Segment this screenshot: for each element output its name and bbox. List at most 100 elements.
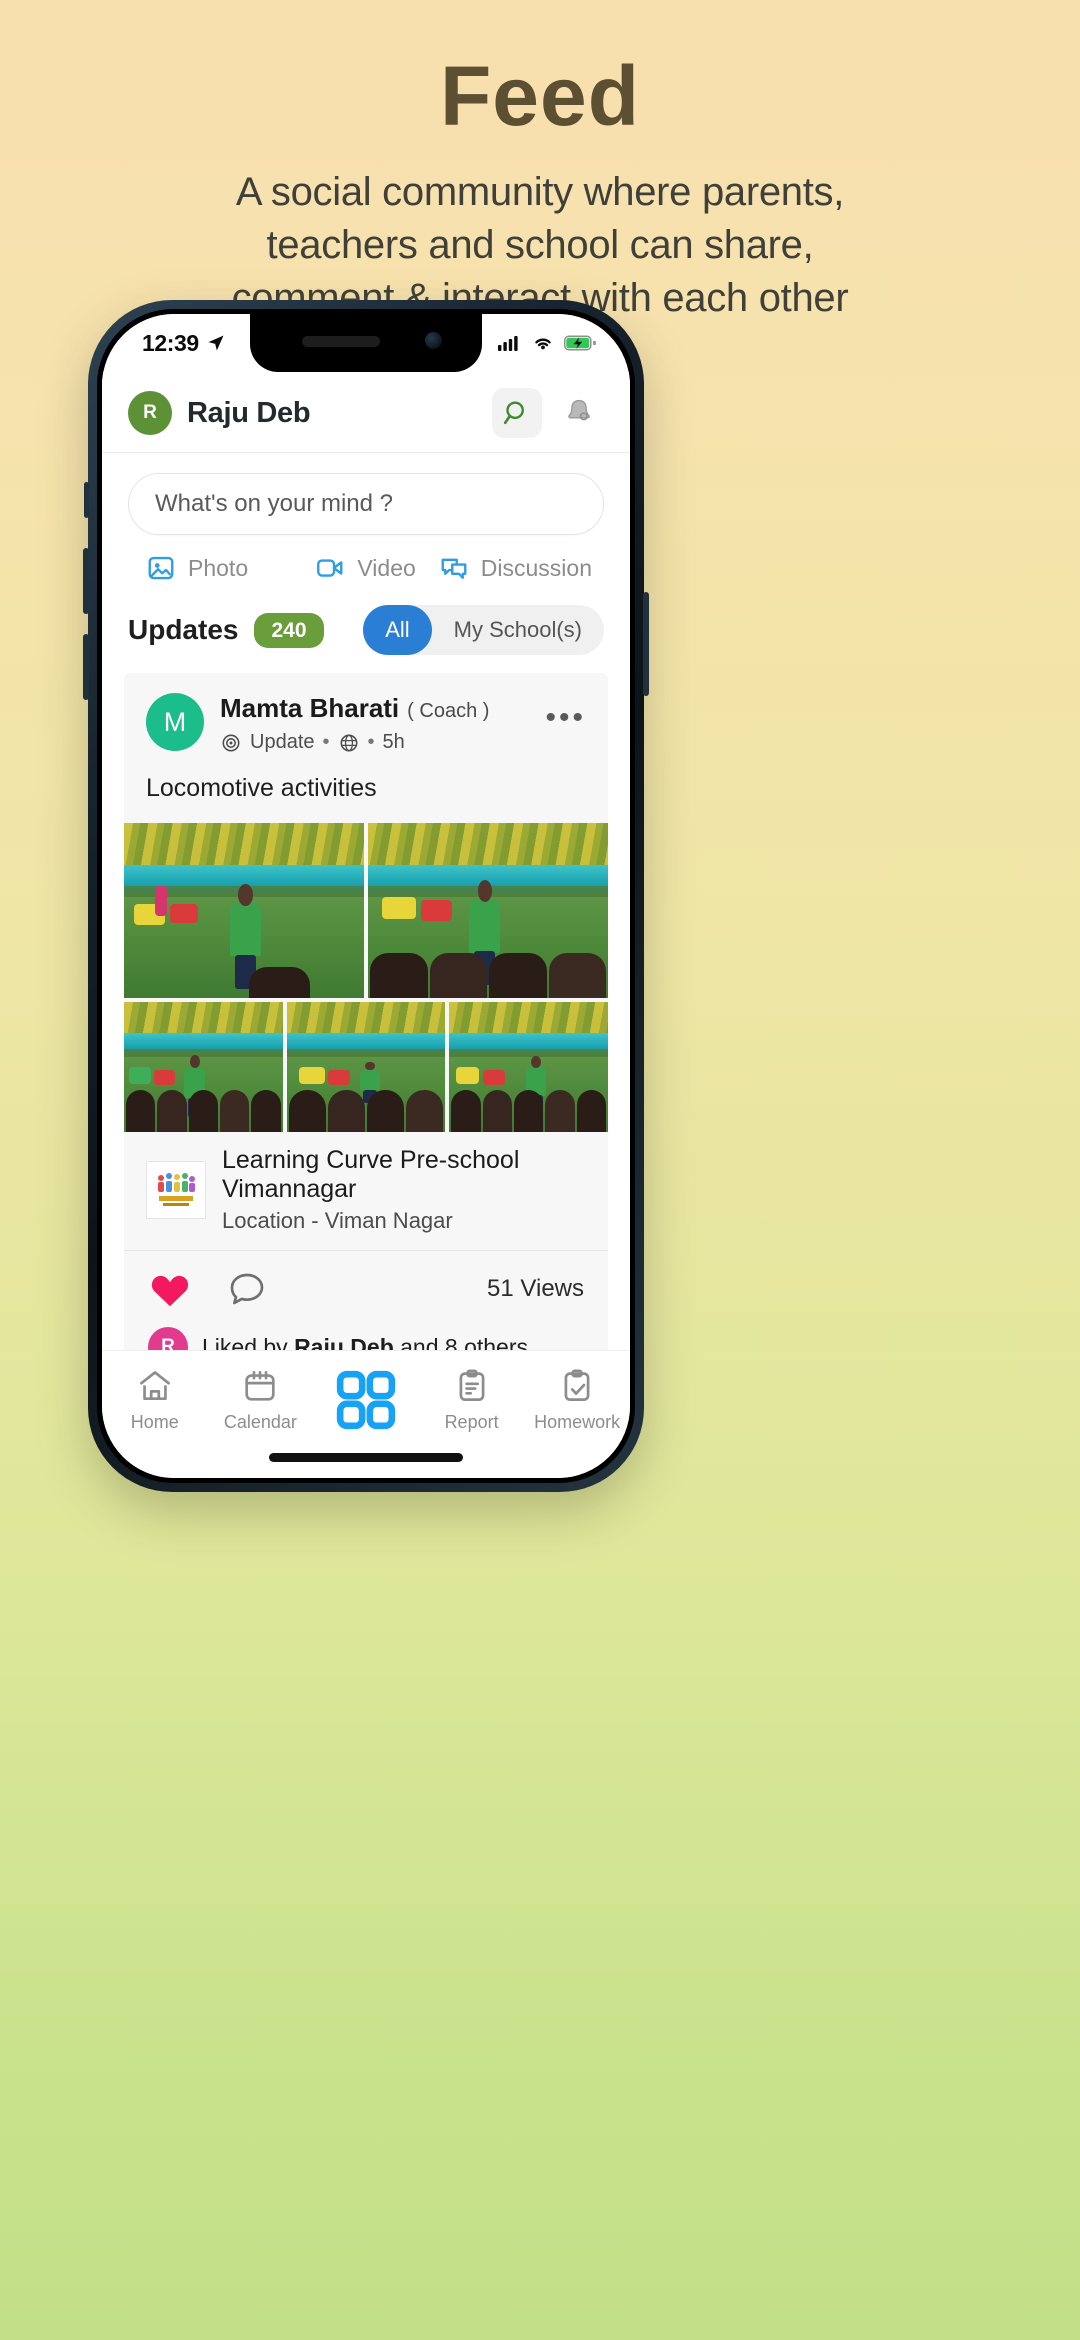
globe-icon bbox=[340, 734, 357, 751]
school-location: Location - Viman Nagar bbox=[222, 1208, 453, 1233]
composer-action-photo[interactable]: Photo bbox=[132, 553, 292, 583]
battery-charging-icon bbox=[564, 335, 596, 351]
more-options-icon[interactable]: ••• bbox=[545, 693, 586, 735]
composer-action-discussion[interactable]: Discussion bbox=[439, 553, 600, 583]
avatar[interactable]: R bbox=[128, 391, 172, 435]
meta-separator-1: • bbox=[322, 731, 330, 753]
phone-mockup: 12:39 R Raju Deb What's on your mind ? P… bbox=[83, 300, 649, 1492]
location-arrow-icon bbox=[208, 335, 224, 351]
notch bbox=[250, 314, 482, 372]
liked-by-row[interactable]: R Liked by Raju Deb and 8 others bbox=[124, 1327, 608, 1350]
nav-label: Homework bbox=[534, 1412, 621, 1432]
wifi-icon bbox=[535, 338, 551, 350]
meta-separator-2: • bbox=[367, 731, 375, 753]
phone-screen: 12:39 R Raju Deb What's on your mind ? P… bbox=[102, 314, 630, 1478]
photo-icon bbox=[148, 556, 174, 580]
view-count: 51 Views bbox=[487, 1275, 584, 1302]
school-info: Learning Curve Pre-school Vimannagar Loc… bbox=[222, 1146, 586, 1234]
liked-by-avatar: R bbox=[148, 1327, 188, 1350]
post-school-strip[interactable]: Learning Curve Pre-school Vimannagar Loc… bbox=[124, 1132, 608, 1251]
post-photo[interactable] bbox=[286, 1002, 446, 1132]
post-header: M Mamta Bharati ( Coach ) Update • • 5h •… bbox=[124, 673, 608, 768]
home-indicator[interactable] bbox=[269, 1453, 463, 1462]
liked-by-text: Liked by Raju Deb and 8 others bbox=[202, 1334, 528, 1351]
composer-action-label: Photo bbox=[188, 554, 249, 581]
post-meta: Mamta Bharati ( Coach ) Update • • 5h bbox=[220, 693, 545, 754]
filter-tab-all[interactable]: All bbox=[363, 605, 432, 655]
bell-icon bbox=[568, 399, 590, 421]
school-logo-glyph bbox=[158, 1173, 195, 1206]
liked-by-suffix: and 8 others bbox=[393, 1333, 529, 1351]
phone-bezel: 12:39 R Raju Deb What's on your mind ? P… bbox=[97, 309, 635, 1483]
status-bar-left: 12:39 bbox=[142, 330, 226, 357]
app-header: R Raju Deb bbox=[102, 372, 630, 453]
earpiece-speaker bbox=[302, 336, 380, 347]
nav-item-report[interactable]: Report bbox=[419, 1367, 525, 1433]
nav-item-home[interactable]: Home bbox=[102, 1367, 208, 1433]
composer-action-label: Discussion bbox=[480, 554, 592, 581]
calendar-icon bbox=[245, 1371, 276, 1401]
front-camera bbox=[425, 332, 442, 349]
post-photo[interactable] bbox=[449, 1002, 608, 1132]
post-card: M Mamta Bharati ( Coach ) Update • • 5h •… bbox=[124, 673, 608, 1350]
nav-label: Calendar bbox=[223, 1412, 297, 1432]
filter-tab-my-schools[interactable]: My School(s) bbox=[432, 605, 604, 655]
post-author-role: ( Coach ) bbox=[407, 700, 490, 722]
nav-item-homework[interactable]: Homework bbox=[524, 1367, 630, 1433]
post-time: 5h bbox=[382, 731, 405, 753]
composer-input[interactable]: What's on your mind ? bbox=[128, 473, 604, 535]
nav-label: Report bbox=[444, 1412, 499, 1432]
video-icon bbox=[317, 559, 343, 577]
cellular-signal-icon bbox=[498, 336, 518, 351]
like-button[interactable] bbox=[148, 1269, 192, 1309]
updates-title: Updates bbox=[128, 614, 239, 645]
mute-switch[interactable] bbox=[84, 482, 89, 518]
post-author-avatar[interactable]: M bbox=[146, 693, 204, 751]
notifications-button[interactable] bbox=[554, 388, 604, 438]
feed-filter-segmented-control: All My School(s) bbox=[363, 605, 604, 655]
composer: What's on your mind ? Photo Video Discus… bbox=[102, 453, 630, 599]
updates-row: Updates 240 All My School(s) bbox=[102, 599, 630, 673]
nav-label: Home bbox=[130, 1412, 179, 1432]
phone-frame: 12:39 R Raju Deb What's on your mind ? P… bbox=[83, 300, 649, 1492]
volume-up-button[interactable] bbox=[83, 548, 89, 614]
user-name: Raju Deb bbox=[187, 396, 311, 429]
bottom-navigation: Home Calendar Report Homework bbox=[102, 1350, 630, 1478]
post-submeta: Update • • 5h bbox=[220, 731, 545, 754]
update-target-icon bbox=[222, 734, 240, 751]
post-type: Update bbox=[250, 731, 315, 753]
report-clipboard-icon bbox=[459, 1369, 485, 1401]
discussion-icon bbox=[441, 558, 467, 579]
nav-item-calendar[interactable]: Calendar bbox=[208, 1367, 314, 1433]
homework-check-icon bbox=[564, 1369, 590, 1401]
post-photo[interactable] bbox=[124, 823, 364, 998]
comment-bubble-icon bbox=[230, 1273, 264, 1305]
post-photo[interactable] bbox=[368, 823, 608, 998]
promo-subtitle-line-2: teachers and school can share, bbox=[266, 222, 814, 267]
post-photo-grid bbox=[124, 823, 608, 1132]
post-author-name[interactable]: Mamta Bharati bbox=[220, 693, 399, 723]
home-icon bbox=[139, 1371, 170, 1401]
liked-by-name[interactable]: Raju Deb bbox=[294, 1334, 394, 1351]
search-icon bbox=[503, 401, 524, 425]
comment-button[interactable] bbox=[226, 1269, 268, 1309]
promo-subtitle-line-1: A social community where parents, bbox=[235, 170, 845, 215]
liked-by-prefix: Liked by bbox=[202, 1333, 295, 1351]
post-photo[interactable] bbox=[124, 1002, 283, 1132]
search-button[interactable] bbox=[492, 388, 542, 438]
photo-grid-row bbox=[124, 1002, 608, 1132]
post-author-line: Mamta Bharati ( Coach ) bbox=[220, 693, 545, 724]
school-name: Learning Curve Pre-school Vimannagar bbox=[222, 1146, 520, 1203]
composer-action-video[interactable]: Video bbox=[292, 553, 438, 583]
feed-scroll-area[interactable]: 12:39 R Raju Deb What's on your mind ? P… bbox=[102, 314, 630, 1350]
composer-action-label: Video bbox=[357, 554, 416, 581]
heart-filled-icon bbox=[151, 1275, 189, 1307]
nav-item-apps[interactable] bbox=[313, 1367, 419, 1440]
status-bar-right bbox=[498, 334, 596, 352]
volume-down-button[interactable] bbox=[83, 634, 89, 700]
composer-actions: Photo Video Discussion bbox=[128, 535, 604, 599]
post-text: Locomotive activities bbox=[146, 774, 377, 802]
promo-header: Feed A social community where parents, t… bbox=[0, 0, 1080, 325]
power-button[interactable] bbox=[643, 592, 649, 696]
page-title: Feed bbox=[439, 49, 641, 143]
